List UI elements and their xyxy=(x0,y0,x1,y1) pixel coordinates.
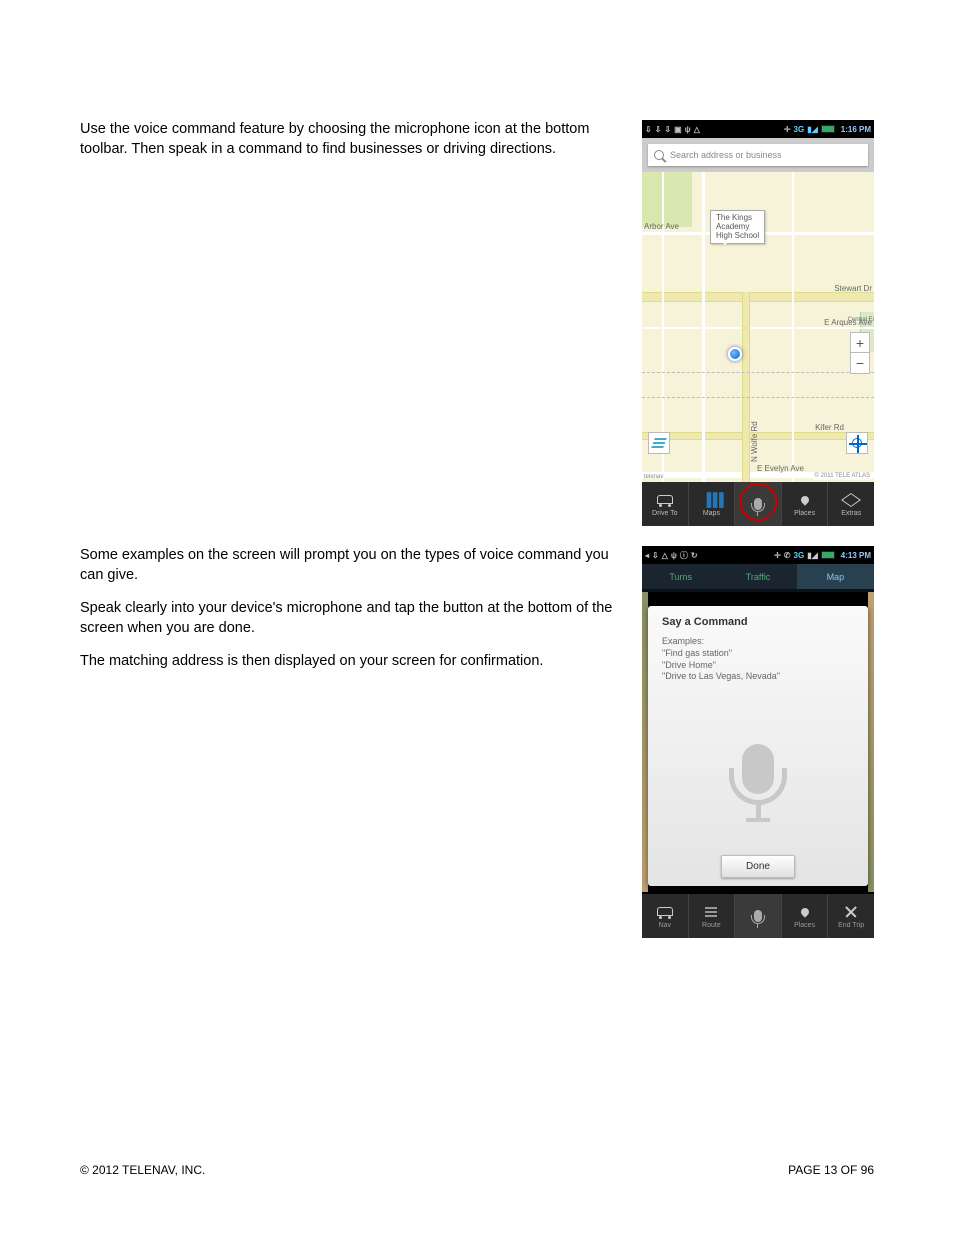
sync-icon: ↻ xyxy=(691,551,698,560)
gps-icon: ✛ xyxy=(784,125,791,134)
car-icon xyxy=(657,495,673,504)
bottom-toolbar: Drive To ▐▐▐ Maps Places xyxy=(642,482,874,526)
zoom-controls: + − xyxy=(850,332,870,374)
tab-turns[interactable]: Turns xyxy=(642,564,719,589)
road-label: Stewart Dr xyxy=(834,284,872,293)
zoom-in-button[interactable]: + xyxy=(851,333,869,353)
warning-icon: △ xyxy=(662,551,668,560)
nav-tabs: Turns Traffic Map xyxy=(642,564,874,592)
park-area xyxy=(642,172,692,227)
road-label: Kifer Rd xyxy=(815,423,844,432)
places-button[interactable]: Places xyxy=(782,482,829,526)
battery-icon xyxy=(821,125,835,133)
status-bar: ⇩ ⇩ ⇩ ▣ ψ △ ✛ 3G ▮◢ 1:16 PM xyxy=(642,120,874,138)
voice-examples-label: Examples: xyxy=(662,636,854,646)
recenter-button[interactable] xyxy=(846,432,868,454)
download-icon: ⇩ xyxy=(664,125,671,134)
microphone-icon xyxy=(742,744,774,794)
download-icon: ⇩ xyxy=(652,551,659,560)
road-label: Central Expy xyxy=(848,317,874,323)
poi-callout[interactable]: The Kings Academy High School xyxy=(710,210,765,244)
tab-map[interactable]: Map xyxy=(797,564,874,589)
network-icon: 3G xyxy=(794,551,805,560)
clock: 4:13 PM xyxy=(841,551,871,560)
screenshot-voice: ◂ ⇩ △ ψ ⓘ ↻ ✛ ✆ 3G ▮◢ 4:13 PM xyxy=(642,546,874,938)
search-input[interactable]: Search address or business xyxy=(648,144,868,166)
info-icon: ⓘ xyxy=(680,550,688,561)
microphone-display xyxy=(662,683,854,855)
gps-icon: ✛ xyxy=(774,551,781,560)
layers-button[interactable] xyxy=(648,432,670,454)
target-icon xyxy=(852,438,862,448)
paragraph-3: Speak clearly into your device's microph… xyxy=(80,599,622,638)
download-icon: ⇩ xyxy=(645,125,652,134)
drive-to-button[interactable]: Drive To xyxy=(642,482,689,526)
done-button[interactable]: Done xyxy=(721,855,795,878)
extras-button[interactable]: Extras xyxy=(828,482,874,526)
places-button[interactable]: Places xyxy=(782,894,829,938)
battery-icon xyxy=(821,551,835,559)
screenshot-map: ⇩ ⇩ ⇩ ▣ ψ △ ✛ 3G ▮◢ 1:16 PM xyxy=(642,120,874,526)
voice-panel-title: Say a Command xyxy=(662,616,854,628)
end-trip-button[interactable]: End Trip xyxy=(828,894,874,938)
page-footer: © 2012 TELENAV, INC. PAGE 13 OF 96 xyxy=(80,1163,874,1177)
network-icon: 3G xyxy=(794,125,805,134)
voice-command-button[interactable] xyxy=(735,894,782,938)
paragraph-4: The matching address is then displayed o… xyxy=(80,652,622,672)
map-attribution: © 2011 TELE ATLAS xyxy=(813,472,872,480)
search-icon xyxy=(654,150,664,160)
paragraph-2: Some examples on the screen will prompt … xyxy=(80,546,622,585)
zoom-out-button[interactable]: − xyxy=(851,353,869,373)
usb-icon: ψ xyxy=(671,551,677,560)
back-icon: ◂ xyxy=(645,551,649,560)
body-text-1: Use the voice command feature by choosin… xyxy=(80,120,622,526)
map-view[interactable]: Arbor Ave Stewart Dr E Arques Ave Kifer … xyxy=(642,172,874,482)
bottom-toolbar: Nav Route Places End Tri xyxy=(642,894,874,938)
page-number: PAGE 13 OF 96 xyxy=(788,1163,874,1177)
voice-command-panel: Say a Command Examples: "Find gas statio… xyxy=(648,606,868,886)
voice-example: "Find gas station" xyxy=(662,648,854,660)
road-label: E Evelyn Ave xyxy=(757,464,804,473)
map-brand: telenav xyxy=(644,474,663,480)
maps-button[interactable]: ▐▐▐ Maps xyxy=(689,482,736,526)
copyright: © 2012 TELENAV, INC. xyxy=(80,1163,205,1177)
map-background xyxy=(868,592,874,892)
microphone-icon xyxy=(754,498,762,510)
search-placeholder: Search address or business xyxy=(670,150,782,160)
signal-icon: ▮◢ xyxy=(807,125,818,134)
body-text-2: Some examples on the screen will prompt … xyxy=(80,546,622,938)
car-icon xyxy=(657,907,673,916)
tab-traffic[interactable]: Traffic xyxy=(719,564,796,589)
paragraph-1: Use the voice command feature by choosin… xyxy=(80,120,622,159)
nav-button[interactable]: Nav xyxy=(642,894,689,938)
route-button[interactable]: Route xyxy=(689,894,736,938)
road-label: N Wolfe Rd xyxy=(750,421,759,462)
cube-icon xyxy=(841,493,861,507)
clock: 1:16 PM xyxy=(841,125,871,134)
layers-icon xyxy=(653,442,666,444)
maps-icon: ▐▐▐ xyxy=(703,492,719,508)
pin-icon xyxy=(799,906,810,917)
warning-icon: △ xyxy=(694,125,700,134)
voice-example: "Drive to Las Vegas, Nevada" xyxy=(662,671,854,683)
close-icon xyxy=(845,906,857,918)
call-icon: ✆ xyxy=(784,551,791,560)
microphone-icon xyxy=(754,910,762,922)
road-label: Arbor Ave xyxy=(644,222,679,231)
image-icon: ▣ xyxy=(674,125,682,134)
download-icon: ⇩ xyxy=(655,125,662,134)
search-container: Search address or business xyxy=(642,138,874,172)
status-bar: ◂ ⇩ △ ψ ⓘ ↻ ✛ ✆ 3G ▮◢ 4:13 PM xyxy=(642,546,874,564)
usb-icon: ψ xyxy=(685,125,691,134)
list-icon xyxy=(705,911,717,913)
voice-example: "Drive Home" xyxy=(662,660,854,672)
signal-icon: ▮◢ xyxy=(807,551,818,560)
user-location-dot xyxy=(728,347,742,361)
voice-command-button[interactable] xyxy=(735,482,782,526)
pin-icon xyxy=(799,494,810,505)
